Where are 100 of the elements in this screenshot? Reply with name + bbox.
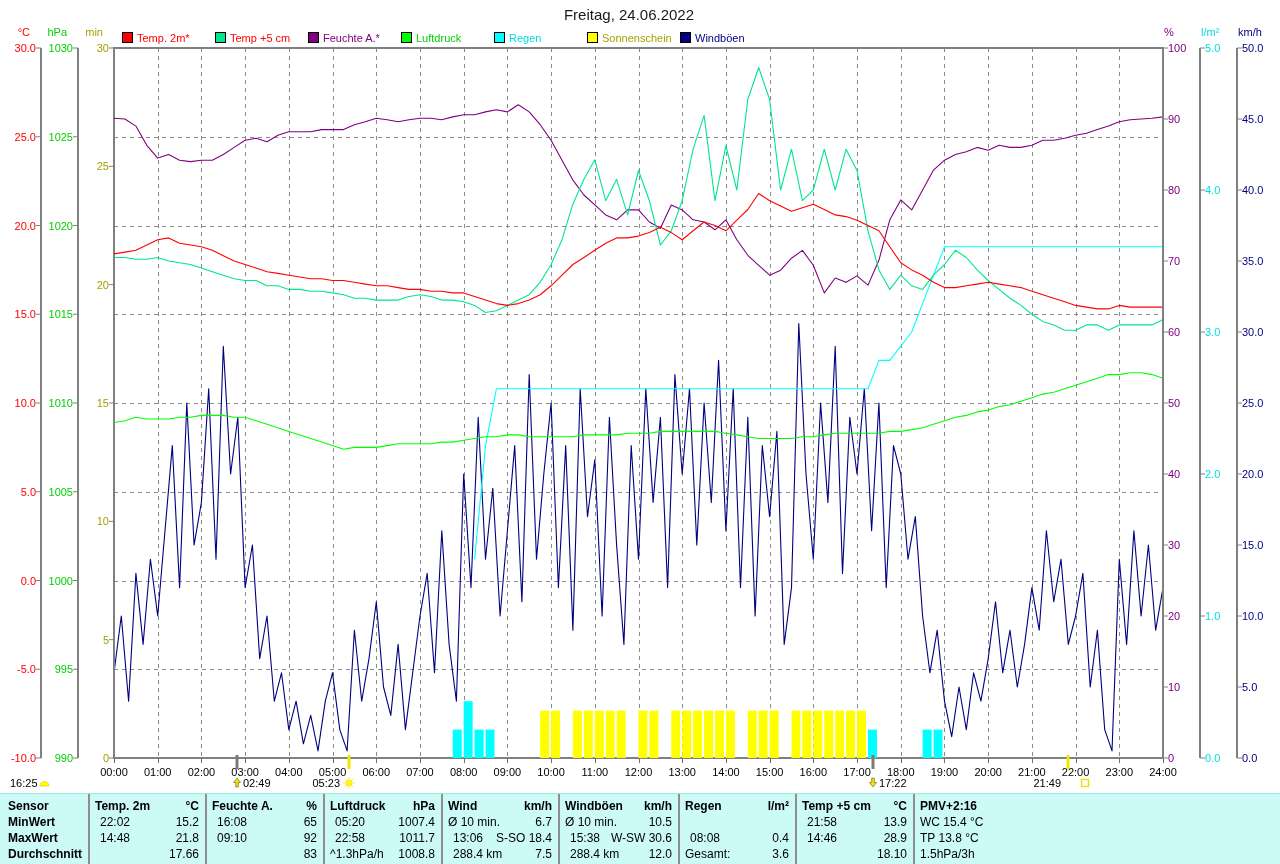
event-marker-line <box>347 755 351 769</box>
unit-label: l/m² <box>767 798 789 814</box>
table-cell: 6.7 <box>535 814 552 830</box>
column-header: Windböen <box>565 798 623 814</box>
axis-tick-label: 03:00 <box>231 766 259 778</box>
column-header: Luftdruck <box>330 798 386 814</box>
axis-tick-label: 30 <box>1168 539 1181 551</box>
axis-tick-label: 3.0 <box>1205 326 1221 338</box>
chart-bar <box>693 710 703 758</box>
chart-bar <box>835 710 845 758</box>
table-cell: S-SO 18.4 <box>495 830 552 846</box>
sun-icon <box>342 776 356 790</box>
axis-tick-label: 30.0 <box>1242 326 1264 338</box>
axis-unit-label: % <box>1164 26 1174 38</box>
axis-tick-label: 07:00 <box>406 766 434 778</box>
axis-tick-label: 990 <box>54 752 73 764</box>
half-sun-icon <box>39 781 50 787</box>
chart-bar <box>846 710 856 758</box>
chart-bar <box>540 710 550 758</box>
axis-tick-label: 11:00 <box>581 766 609 778</box>
axis-tick-label: 22:00 <box>1061 766 1090 778</box>
axis-tick-label: 1010 <box>48 397 73 409</box>
chart-bar <box>682 710 692 758</box>
axis-tick-label: 15:00 <box>755 766 784 778</box>
unit-label: °C <box>893 798 907 814</box>
table-cell: 17.66 <box>168 846 199 862</box>
table-cell: 83 <box>303 846 317 862</box>
table-cell: 05:20 <box>335 814 366 830</box>
legend-label: Windböen <box>695 32 745 44</box>
table-cell: 288.4 km <box>453 846 503 862</box>
axis-tick-label: 5.0 <box>20 485 36 498</box>
axis-tick-label: -10.0 <box>10 752 36 764</box>
chart-bar <box>747 710 757 758</box>
axis-tick-label: 04:00 <box>275 766 303 778</box>
chart-title: Freitag, 24.06.2022 <box>563 6 695 23</box>
table-cell: 288.4 km <box>570 846 620 862</box>
axis-unit-label: hPa <box>47 26 67 38</box>
axis-tick-label: 15.0 <box>14 308 36 321</box>
axis-tick-label: 60 <box>1168 326 1181 338</box>
table-cell: Gesamt: <box>685 846 731 862</box>
table-cell: 15:38 <box>570 830 601 846</box>
column-header: PMV+2:16 <box>920 798 978 814</box>
table-cell: 1.5hPa/3h <box>920 846 975 862</box>
event-marker-line <box>235 755 239 769</box>
chart-bar <box>715 710 724 758</box>
axis-tick-label: 35.0 <box>1242 255 1264 267</box>
table-cell: 13:06 <box>453 830 484 846</box>
axis-unit-label: min <box>85 26 103 38</box>
chart-bar <box>725 710 735 758</box>
axis-unit-label: °C <box>17 26 30 38</box>
table-cell: 21:58 <box>807 814 838 830</box>
axis-tick-label: 13:00 <box>668 766 696 778</box>
column-header: Wind <box>448 798 478 814</box>
table-cell: 21.8 <box>175 830 199 846</box>
axis-tick-label: 15 <box>96 397 109 409</box>
event-time-label: 17:22 <box>879 777 907 789</box>
chart-bar <box>605 710 615 758</box>
table-cell: 92 <box>303 830 317 846</box>
chart-bar <box>638 710 648 758</box>
axis-tick-label: 1025 <box>48 130 73 143</box>
axis-tick-label: 1020 <box>48 219 73 232</box>
column-header: Regen <box>685 798 722 814</box>
legend-label: Regen <box>509 32 542 44</box>
chart-bar <box>616 710 626 758</box>
axis-tick-label: 50 <box>1168 397 1181 409</box>
table-cell: 1011.7 <box>399 830 435 846</box>
axis-tick-label: 0 <box>1168 752 1175 764</box>
legend-label: Temp. 2m* <box>137 32 190 44</box>
axis-tick-label: 00:00 <box>100 766 128 778</box>
axis-tick-label: 1000 <box>48 574 73 587</box>
legend-label: Sonnenschein <box>602 32 672 44</box>
chart-bar <box>704 710 713 758</box>
event-marker-line <box>1066 755 1070 769</box>
table-cell: 15.2 <box>175 814 199 830</box>
legend-label: Feuchte A.* <box>323 32 380 44</box>
axis-tick-label: 50.0 <box>1242 42 1264 54</box>
axis-tick-label: 25.0 <box>14 130 36 143</box>
axis-tick-label: 70 <box>1168 255 1181 267</box>
table-cell: 13.9 <box>883 814 907 830</box>
axis-tick-label: 5 <box>102 633 109 646</box>
column-header: Temp +5 cm <box>802 798 871 814</box>
chart-bar <box>572 710 582 758</box>
axis-tick-label: 1030 <box>48 42 73 54</box>
event-time-label: 05:23 <box>312 777 340 789</box>
axis-tick-label: 05:00 <box>318 766 347 778</box>
axis-tick-label: 995 <box>54 663 73 676</box>
table-cell: 65 <box>303 814 317 830</box>
table-cell: 22:58 <box>335 830 366 846</box>
axis-tick-label: 08:00 <box>449 766 478 778</box>
unit-label: km/h <box>524 798 552 814</box>
axis-tick-label: 25.0 <box>1242 397 1264 409</box>
table-cell: 14:46 <box>807 830 838 846</box>
table-cell: 10.5 <box>648 814 672 830</box>
axis-tick-label: 25 <box>96 160 109 173</box>
axis-tick-label: 01:00 <box>143 766 172 778</box>
axis-tick-label: 16:00 <box>799 766 828 778</box>
axis-tick-label: 0.0 <box>20 574 36 587</box>
chart-bar <box>594 710 604 758</box>
axis-tick-label: 20.0 <box>14 219 36 232</box>
axis-tick-label: 09:00 <box>493 766 522 778</box>
